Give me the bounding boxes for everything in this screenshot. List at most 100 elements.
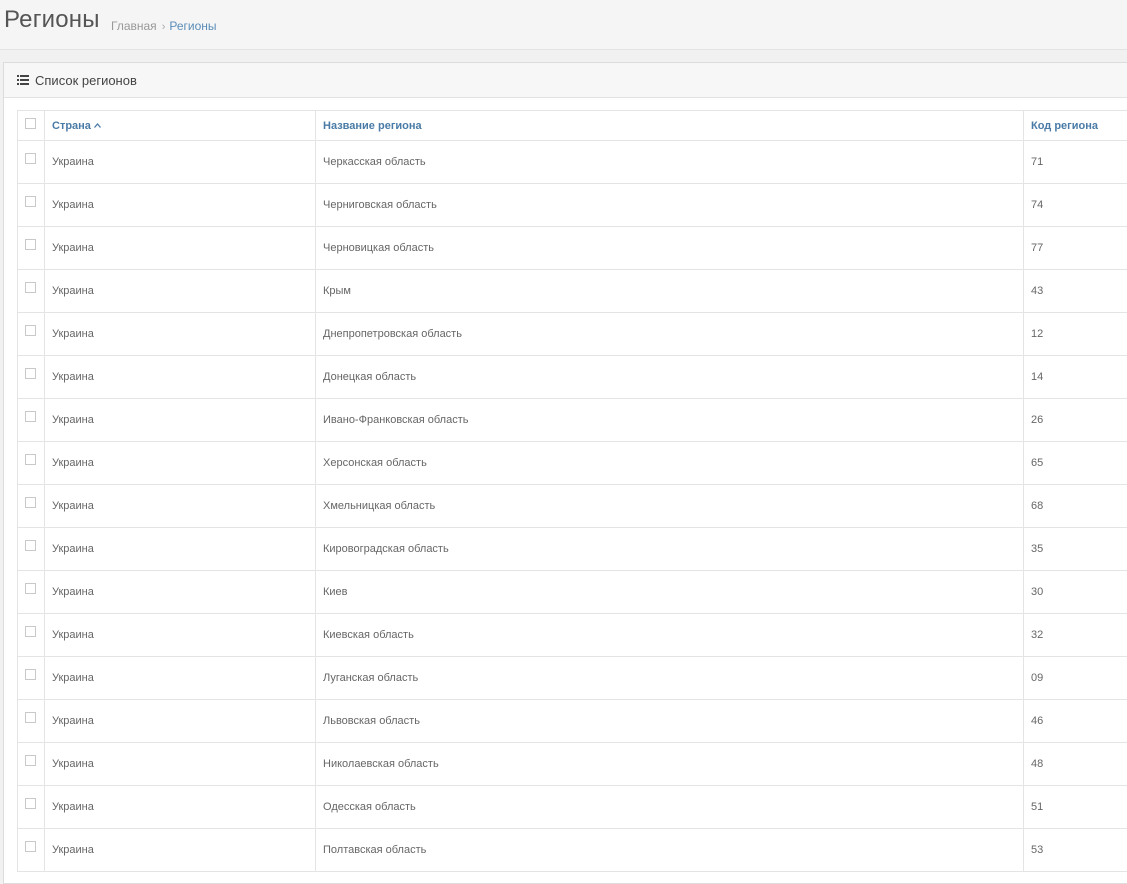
cell-region-code: 71 [1024, 141, 1127, 184]
row-checkbox[interactable] [25, 153, 36, 164]
cell-region-name: Херсонская область [316, 442, 1024, 485]
box-header: Список регионов [4, 63, 1127, 98]
cell-region-code: 09 [1024, 657, 1127, 700]
cell-country: Украина [45, 270, 316, 313]
cell-country: Украина [45, 614, 316, 657]
row-select-cell [18, 356, 45, 399]
cell-country: Украина [45, 184, 316, 227]
table-header-row: Страна Название региона Код региона [18, 111, 1127, 141]
row-checkbox[interactable] [25, 798, 36, 809]
cell-region-code: 53 [1024, 829, 1127, 872]
row-select-cell [18, 141, 45, 184]
row-select-cell [18, 227, 45, 270]
cell-country: Украина [45, 571, 316, 614]
cell-region-code: 32 [1024, 614, 1127, 657]
table-row[interactable]: УкраинаКрым43 [18, 270, 1127, 313]
cell-region-code: 68 [1024, 485, 1127, 528]
row-checkbox[interactable] [25, 841, 36, 852]
column-header-country[interactable]: Страна [45, 111, 316, 141]
cell-region-name: Черниговская область [316, 184, 1024, 227]
row-checkbox[interactable] [25, 239, 36, 250]
table-body: УкраинаЧеркасская область71УкраинаЧерниг… [18, 141, 1127, 872]
table-row[interactable]: УкраинаХмельницкая область68 [18, 485, 1127, 528]
cell-region-code: 26 [1024, 399, 1127, 442]
table-row[interactable]: УкраинаДнепропетровская область12 [18, 313, 1127, 356]
select-all-checkbox[interactable] [25, 118, 36, 129]
row-checkbox[interactable] [25, 497, 36, 508]
row-checkbox[interactable] [25, 196, 36, 207]
row-select-cell [18, 184, 45, 227]
cell-region-code: 65 [1024, 442, 1127, 485]
row-checkbox[interactable] [25, 583, 36, 594]
table-row[interactable]: УкраинаКировоградская область35 [18, 528, 1127, 571]
cell-region-name: Черновицкая область [316, 227, 1024, 270]
cell-region-code: 43 [1024, 270, 1127, 313]
column-header-country-label: Страна [52, 120, 91, 132]
cell-country: Украина [45, 528, 316, 571]
sort-ascending-icon [94, 123, 101, 128]
select-all-cell [18, 111, 45, 141]
cell-region-name: Одесская область [316, 786, 1024, 829]
table-row[interactable]: УкраинаДонецкая область14 [18, 356, 1127, 399]
list-icon [17, 75, 29, 85]
table-row[interactable]: УкраинаПолтавская область53 [18, 829, 1127, 872]
row-checkbox[interactable] [25, 282, 36, 293]
table-row[interactable]: УкраинаНиколаевская область48 [18, 743, 1127, 786]
row-select-cell [18, 399, 45, 442]
table-row[interactable]: УкраинаЧеркасская область71 [18, 141, 1127, 184]
cell-region-name: Львовская область [316, 700, 1024, 743]
cell-country: Украина [45, 829, 316, 872]
breadcrumb-current[interactable]: Регионы [169, 19, 216, 33]
row-select-cell [18, 485, 45, 528]
cell-region-name: Крым [316, 270, 1024, 313]
cell-country: Украина [45, 141, 316, 184]
table-row[interactable]: УкраинаКиев30 [18, 571, 1127, 614]
cell-region-name: Днепропетровская область [316, 313, 1024, 356]
row-select-cell [18, 313, 45, 356]
column-header-region-name[interactable]: Название региона [316, 111, 1024, 141]
row-select-cell [18, 829, 45, 872]
row-checkbox[interactable] [25, 669, 36, 680]
page-header: Регионы Главная ›Регионы [0, 0, 1127, 50]
table-row[interactable]: УкраинаИвано-Франковская область26 [18, 399, 1127, 442]
table-row[interactable]: УкраинаЧерниговская область74 [18, 184, 1127, 227]
table-row[interactable]: УкраинаХерсонская область65 [18, 442, 1127, 485]
table-row[interactable]: УкраинаЧерновицкая область77 [18, 227, 1127, 270]
cell-region-code: 51 [1024, 786, 1127, 829]
cell-region-code: 30 [1024, 571, 1127, 614]
row-checkbox[interactable] [25, 325, 36, 336]
breadcrumb-home-link[interactable]: Главная [111, 19, 157, 33]
breadcrumb: Главная ›Регионы [111, 19, 217, 33]
column-header-region-code[interactable]: Код региона [1024, 111, 1127, 141]
cell-region-code: 12 [1024, 313, 1127, 356]
cell-country: Украина [45, 786, 316, 829]
row-checkbox[interactable] [25, 712, 36, 723]
cell-country: Украина [45, 700, 316, 743]
cell-region-code: 74 [1024, 184, 1127, 227]
table-row[interactable]: УкраинаКиевская область32 [18, 614, 1127, 657]
table-row[interactable]: УкраинаЛуганская область09 [18, 657, 1127, 700]
table-row[interactable]: УкраинаОдесская область51 [18, 786, 1127, 829]
row-select-cell [18, 270, 45, 313]
cell-region-name: Ивано-Франковская область [316, 399, 1024, 442]
row-checkbox[interactable] [25, 626, 36, 637]
row-checkbox[interactable] [25, 755, 36, 766]
cell-country: Украина [45, 485, 316, 528]
cell-country: Украина [45, 743, 316, 786]
cell-region-name: Николаевская область [316, 743, 1024, 786]
row-checkbox[interactable] [25, 411, 36, 422]
row-checkbox[interactable] [25, 368, 36, 379]
cell-region-name: Луганская область [316, 657, 1024, 700]
cell-region-name: Киевская область [316, 614, 1024, 657]
cell-country: Украина [45, 399, 316, 442]
row-select-cell [18, 786, 45, 829]
row-select-cell [18, 614, 45, 657]
cell-region-code: 48 [1024, 743, 1127, 786]
row-checkbox[interactable] [25, 540, 36, 551]
cell-region-name: Полтавская область [316, 829, 1024, 872]
breadcrumb-separator: › [162, 21, 166, 33]
table-row[interactable]: УкраинаЛьвовская область46 [18, 700, 1127, 743]
cell-region-name: Киев [316, 571, 1024, 614]
cell-region-code: 77 [1024, 227, 1127, 270]
row-checkbox[interactable] [25, 454, 36, 465]
